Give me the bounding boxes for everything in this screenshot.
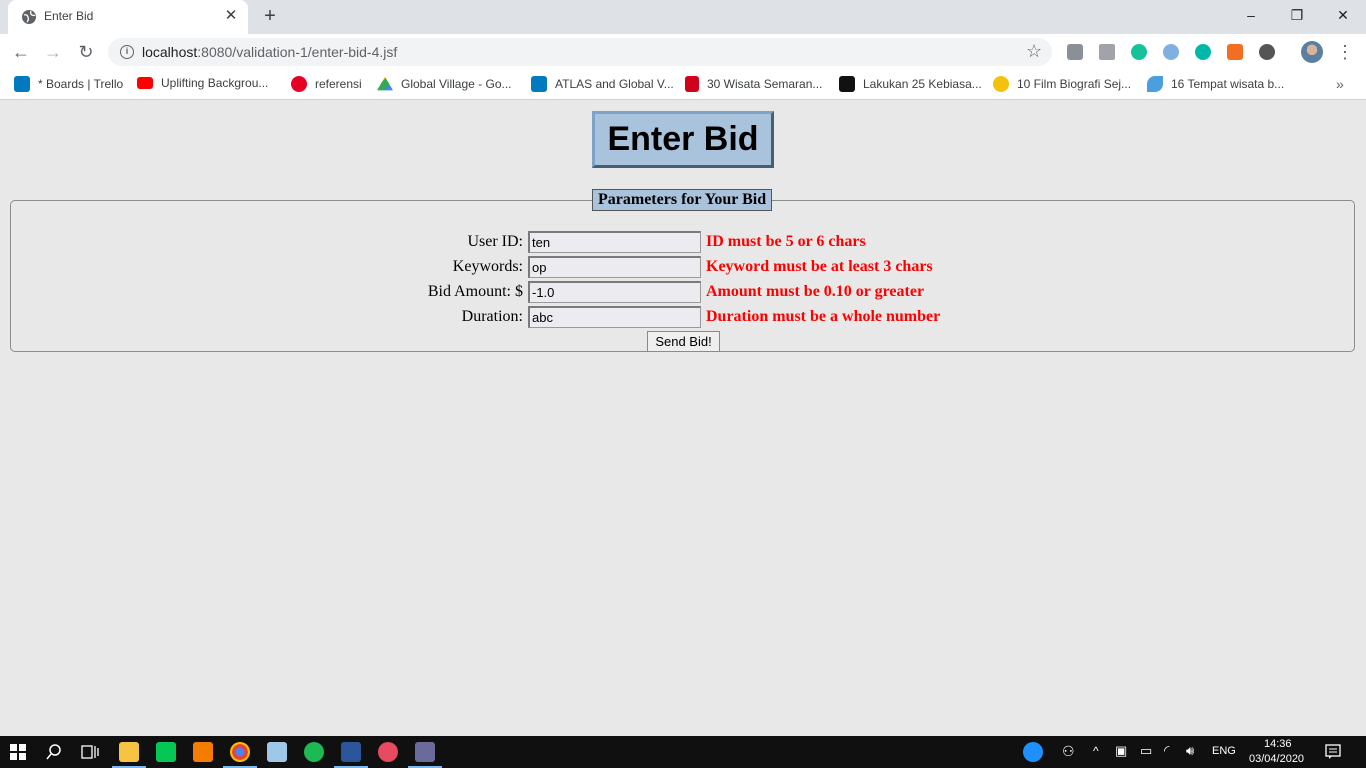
user-id-label: User ID:: [467, 233, 523, 250]
bookmark-item[interactable]: Lakukan 25 Kebiasa...: [839, 76, 982, 94]
menu-dots-icon[interactable]: ⋮: [1336, 41, 1354, 63]
m-icon: [839, 76, 855, 92]
language-indicator[interactable]: ENG: [1212, 745, 1236, 757]
notification-icon[interactable]: [1325, 744, 1341, 760]
keywords-input[interactable]: [528, 256, 701, 278]
windows-taskbar: ⚇ ^ ▣ ▭ ◜ 🔊︎ ENG 14:36 03/04/2020: [0, 736, 1366, 768]
windows-start-icon[interactable]: [10, 744, 26, 760]
m-icon: [685, 76, 699, 92]
globe-icon: [22, 10, 36, 24]
z-icon: [993, 76, 1009, 92]
keywords-error: Keyword must be at least 3 chars: [706, 258, 933, 275]
bookmark-star-icon[interactable]: ☆: [1026, 41, 1042, 62]
feather-extension-icon[interactable]: [1163, 44, 1179, 60]
sublime-text-icon[interactable]: [193, 742, 213, 762]
bookmark-item[interactable]: 10 Film Biografi Sej...: [993, 76, 1131, 94]
chevron-up-icon[interactable]: ^: [1093, 744, 1099, 758]
form-legend: Parameters for Your Bid: [592, 189, 773, 211]
page-title: Enter Bid: [592, 111, 774, 168]
close-window-button[interactable]: ✕: [1328, 4, 1358, 26]
bid-amount-input[interactable]: [528, 281, 701, 303]
reload-icon[interactable]: ↻: [74, 40, 98, 64]
form-row-bid-amount: Bid Amount: $ Amount must be 0.10 or gre…: [11, 281, 1354, 303]
info-icon[interactable]: i: [120, 45, 134, 59]
page-content: Enter Bid Parameters for Your Bid User I…: [0, 101, 1366, 736]
tab-enter-bid[interactable]: Enter Bid ✕: [8, 0, 248, 34]
notepad-icon[interactable]: [267, 742, 287, 762]
bookmark-item[interactable]: referensi: [291, 76, 362, 94]
volume-icon[interactable]: 🔊︎: [1186, 743, 1194, 759]
keywords-label: Keywords:: [452, 258, 523, 275]
back-arrow-icon[interactable]: ←: [9, 40, 33, 64]
battery-icon[interactable]: ▭: [1140, 743, 1152, 759]
bookmark-item[interactable]: Uplifting Backgrou...: [137, 76, 268, 94]
minimize-button[interactable]: –: [1236, 4, 1266, 26]
chat-extension-icon[interactable]: [1067, 44, 1083, 60]
tab-title: Enter Bid: [44, 9, 94, 23]
trello-icon: [531, 76, 547, 92]
youtube-icon: [137, 77, 153, 89]
sc-extension-icon[interactable]: [1227, 44, 1243, 60]
form-row-duration: Duration: Duration must be a whole numbe…: [11, 306, 1354, 328]
bookmarks-more-icon[interactable]: »: [1336, 76, 1344, 92]
word-icon[interactable]: [341, 742, 361, 762]
send-bid-button[interactable]: Send Bid!: [647, 331, 720, 352]
profile-avatar[interactable]: [1301, 41, 1323, 63]
circle-extension-icon[interactable]: [1259, 44, 1275, 60]
bookmark-item[interactable]: Global Village - Go...: [377, 76, 512, 94]
bid-amount-label: Bid Amount: $: [427, 283, 523, 300]
user-id-input[interactable]: [528, 231, 701, 253]
tab-strip: Enter Bid ✕ + – ❐ ✕: [0, 0, 1366, 34]
bookmarks-bar: * Boards | Trello Uplifting Backgrou... …: [0, 70, 1366, 100]
bid-form: Parameters for Your Bid User ID: ID must…: [10, 189, 1355, 352]
cube-extension-icon[interactable]: [1099, 44, 1115, 60]
pinterest-icon: [291, 76, 307, 92]
google-drive-icon: [377, 76, 393, 91]
search-icon[interactable]: [46, 744, 62, 760]
forward-arrow-icon[interactable]: →: [41, 40, 65, 64]
grammarly-icon[interactable]: [1131, 44, 1147, 60]
file-explorer-icon[interactable]: [119, 742, 139, 762]
app-icon[interactable]: [378, 742, 398, 762]
duration-label: Duration:: [461, 308, 523, 325]
restore-button[interactable]: ❐: [1282, 4, 1312, 26]
address-bar[interactable]: i localhost:8080/validation-1/enter-bid-…: [108, 38, 1052, 66]
bookmark-item[interactable]: ATLAS and Global V...: [531, 76, 674, 94]
new-tab-button[interactable]: +: [260, 6, 280, 26]
url-text: localhost:8080/validation-1/enter-bid-4.…: [142, 44, 398, 60]
trello-icon: [14, 76, 30, 92]
eclipse-icon[interactable]: [415, 742, 435, 762]
bookmark-item[interactable]: 30 Wisata Semaran...: [685, 76, 822, 94]
clock-time[interactable]: 14:36: [1264, 738, 1292, 750]
people-icon[interactable]: ⚇: [1062, 743, 1075, 760]
browser-toolbar: ← → ↻ i localhost:8080/validation-1/ente…: [0, 34, 1366, 70]
spotify-icon[interactable]: [304, 742, 324, 762]
clock-date[interactable]: 03/04/2020: [1249, 753, 1304, 765]
duration-error: Duration must be a whole number: [706, 308, 941, 325]
form-row-keywords: Keywords: Keyword must be at least 3 cha…: [11, 256, 1354, 278]
bookmark-item[interactable]: 16 Tempat wisata b...: [1147, 76, 1284, 94]
close-tab-icon[interactable]: ✕: [223, 8, 239, 24]
bird-icon: [1147, 76, 1163, 92]
chrome-icon[interactable]: [230, 742, 250, 762]
bid-amount-error: Amount must be 0.10 or greater: [706, 283, 925, 300]
line-app-icon[interactable]: [156, 742, 176, 762]
bookmark-item[interactable]: * Boards | Trello: [14, 76, 123, 94]
user-id-error: ID must be 5 or 6 chars: [706, 233, 866, 250]
task-view-icon[interactable]: [81, 744, 99, 760]
m-extension-icon[interactable]: [1195, 44, 1211, 60]
network-icon[interactable]: ▣: [1115, 743, 1127, 759]
help-icon[interactable]: [1023, 742, 1043, 762]
duration-input[interactable]: [528, 306, 701, 328]
form-row-user-id: User ID: ID must be 5 or 6 chars: [11, 231, 1354, 253]
wifi-icon[interactable]: ◜: [1164, 742, 1169, 759]
